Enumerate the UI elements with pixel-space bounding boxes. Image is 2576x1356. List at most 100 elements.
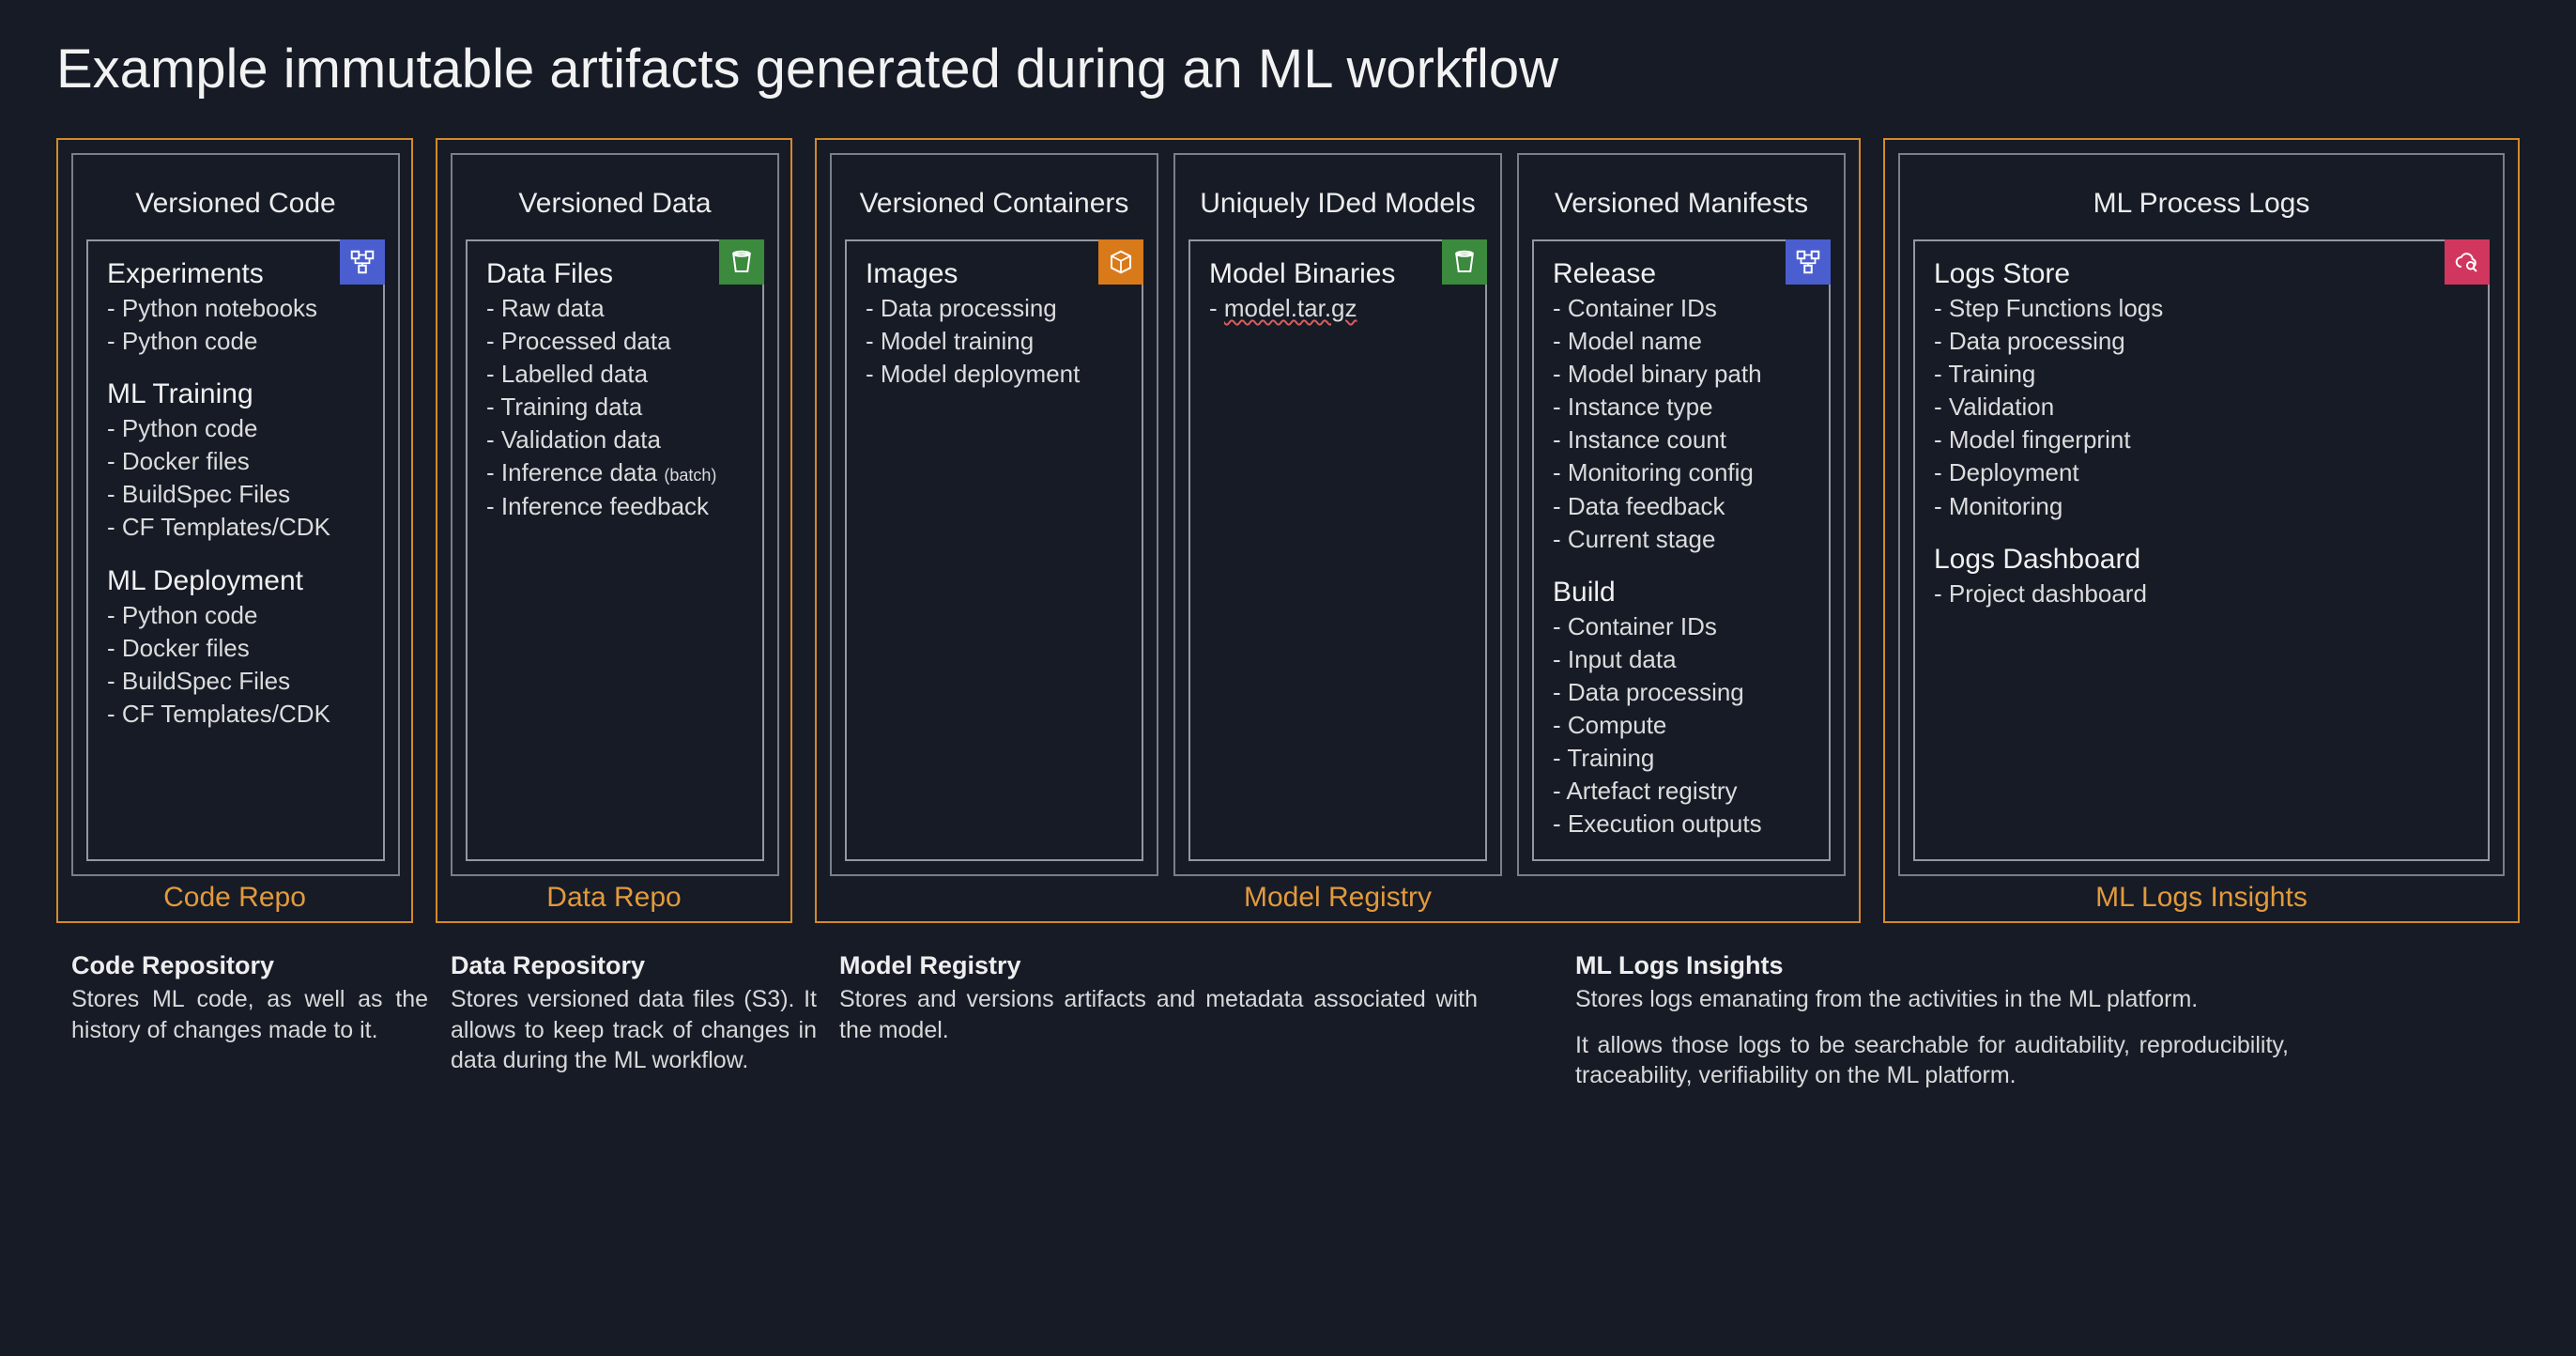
- card-logs: Logs StoreStep Functions logsData proces…: [1913, 239, 2490, 861]
- page-title: Example immutable artifacts generated du…: [56, 38, 2520, 100]
- container-icon: [1098, 239, 1143, 285]
- list-item: Current stage: [1553, 523, 1810, 556]
- group-label: Code Repo: [71, 876, 398, 914]
- footer-title: ML Logs Insights: [1575, 951, 2289, 980]
- diagram-row: Versioned Code ExperimentsPython noteboo…: [56, 138, 2520, 923]
- item-list: Python codeDocker filesBuildSpec FilesCF…: [107, 412, 364, 544]
- list-item: Processed data: [486, 325, 744, 358]
- list-item: Training: [1934, 358, 2469, 391]
- bucket-icon: [1442, 239, 1487, 285]
- list-item: Input data: [1553, 643, 1810, 676]
- item-list: Raw dataProcessed dataLabelled dataTrain…: [486, 292, 744, 523]
- cloud-search-icon: [2445, 239, 2490, 285]
- item-list: Python codeDocker filesBuildSpec FilesCF…: [107, 599, 364, 731]
- list-item: Python code: [107, 412, 364, 445]
- section-heading: ML Training: [107, 378, 364, 410]
- column-title: Versioned Data: [466, 168, 764, 239]
- group-data-repo: Versioned Data Data FilesRaw dataProcess…: [436, 138, 792, 923]
- list-item: Container IDs: [1553, 610, 1810, 643]
- item-list: Project dashboard: [1934, 578, 2469, 610]
- group-label: Model Registry: [830, 876, 1846, 914]
- list-item: Data processing: [1553, 676, 1810, 709]
- list-item: Project dashboard: [1934, 578, 2469, 610]
- footer-title: Model Registry: [839, 951, 1478, 980]
- list-item: Monitoring: [1934, 490, 2469, 523]
- list-item: BuildSpec Files: [107, 478, 364, 511]
- list-item: BuildSpec Files: [107, 665, 364, 698]
- group-label: Data Repo: [451, 876, 777, 914]
- card-manifests: ReleaseContainer IDsModel nameModel bina…: [1532, 239, 1831, 861]
- column-title: Uniquely IDed Models: [1188, 168, 1487, 239]
- group-model-registry: Versioned Containers ImagesData processi…: [815, 138, 1861, 923]
- list-item: Model training: [866, 325, 1123, 358]
- item-list: Python notebooksPython code: [107, 292, 364, 358]
- footer-paragraph: Stores ML code, as well as the history o…: [71, 984, 428, 1045]
- list-item: Data processing: [1934, 325, 2469, 358]
- list-item: Inference data (batch): [486, 456, 744, 489]
- section-heading: Build: [1553, 577, 1810, 609]
- workflow-icon: [340, 239, 385, 285]
- column-title: ML Process Logs: [1913, 168, 2490, 239]
- list-item: Deployment: [1934, 456, 2469, 489]
- column-title: Versioned Containers: [845, 168, 1143, 239]
- footer-row: Code Repository Stores ML code, as well …: [56, 951, 2520, 1091]
- card-data: Data FilesRaw dataProcessed dataLabelled…: [466, 239, 764, 861]
- list-item: CF Templates/CDK: [107, 698, 364, 731]
- workflow-icon: [1786, 239, 1831, 285]
- footer-title: Data Repository: [451, 951, 817, 980]
- section-heading: Release: [1553, 258, 1810, 290]
- list-item: Validation: [1934, 391, 2469, 424]
- list-item: Compute: [1553, 709, 1810, 742]
- section-heading: Logs Store: [1934, 258, 2469, 290]
- column-versioned-data: Versioned Data Data FilesRaw dataProcess…: [451, 153, 779, 876]
- list-item: CF Templates/CDK: [107, 511, 364, 544]
- list-item: Labelled data: [486, 358, 744, 391]
- group-ml-logs-insights: ML Process Logs Logs StoreStep Functions…: [1883, 138, 2520, 923]
- column-versioned-manifests: Versioned Manifests ReleaseContainer IDs…: [1517, 153, 1846, 876]
- list-item: Instance type: [1553, 391, 1810, 424]
- column-title: Versioned Code: [86, 168, 385, 239]
- list-item: Inference feedback: [486, 490, 744, 523]
- footer-paragraph: It allows those logs to be searchable fo…: [1575, 1030, 2289, 1091]
- list-item: Model name: [1553, 325, 1810, 358]
- footer-model-registry: Model Registry Stores and versions artif…: [839, 951, 1478, 1091]
- column-title: Versioned Manifests: [1532, 168, 1831, 239]
- footer-paragraph: Stores and versions artifacts and metada…: [839, 984, 1478, 1045]
- footer-data-repository: Data Repository Stores versioned data fi…: [451, 951, 817, 1091]
- bucket-icon: [719, 239, 764, 285]
- list-item: Data feedback: [1553, 490, 1810, 523]
- list-item: Python notebooks: [107, 292, 364, 325]
- list-item: Artefact registry: [1553, 775, 1810, 808]
- list-item: Container IDs: [1553, 292, 1810, 325]
- footer-title: Code Repository: [71, 951, 428, 980]
- list-item: Model binary path: [1553, 358, 1810, 391]
- item-list: Container IDsInput dataData processingCo…: [1553, 610, 1810, 841]
- list-item: Validation data: [486, 424, 744, 456]
- list-item: Model fingerprint: [1934, 424, 2469, 456]
- list-item: Docker files: [107, 632, 364, 665]
- list-item: Raw data: [486, 292, 744, 325]
- section-heading: ML Deployment: [107, 565, 364, 597]
- list-item: Execution outputs: [1553, 808, 1810, 840]
- list-item: Instance count: [1553, 424, 1810, 456]
- list-item: Monitoring config: [1553, 456, 1810, 489]
- section-heading: Logs Dashboard: [1934, 544, 2469, 576]
- list-item: Training data: [486, 391, 744, 424]
- card-models: Model Binariesmodel.tar.gz: [1188, 239, 1487, 861]
- column-versioned-code: Versioned Code ExperimentsPython noteboo…: [71, 153, 400, 876]
- list-item: Training: [1553, 742, 1810, 775]
- list-item: Python code: [107, 325, 364, 358]
- group-label: ML Logs Insights: [1898, 876, 2505, 914]
- column-ml-process-logs: ML Process Logs Logs StoreStep Functions…: [1898, 153, 2505, 876]
- section-heading: Images: [866, 258, 1123, 290]
- section-heading: Data Files: [486, 258, 744, 290]
- item-list: Data processingModel trainingModel deplo…: [866, 292, 1123, 391]
- list-item: Data processing: [866, 292, 1123, 325]
- footer-code-repository: Code Repository Stores ML code, as well …: [71, 951, 428, 1091]
- footer-paragraph: Stores versioned data files (S3). It all…: [451, 984, 817, 1076]
- list-item: model.tar.gz: [1209, 292, 1466, 325]
- column-versioned-containers: Versioned Containers ImagesData processi…: [830, 153, 1158, 876]
- item-list: model.tar.gz: [1209, 292, 1466, 325]
- section-heading: Experiments: [107, 258, 364, 290]
- card-code: ExperimentsPython notebooksPython codeML…: [86, 239, 385, 861]
